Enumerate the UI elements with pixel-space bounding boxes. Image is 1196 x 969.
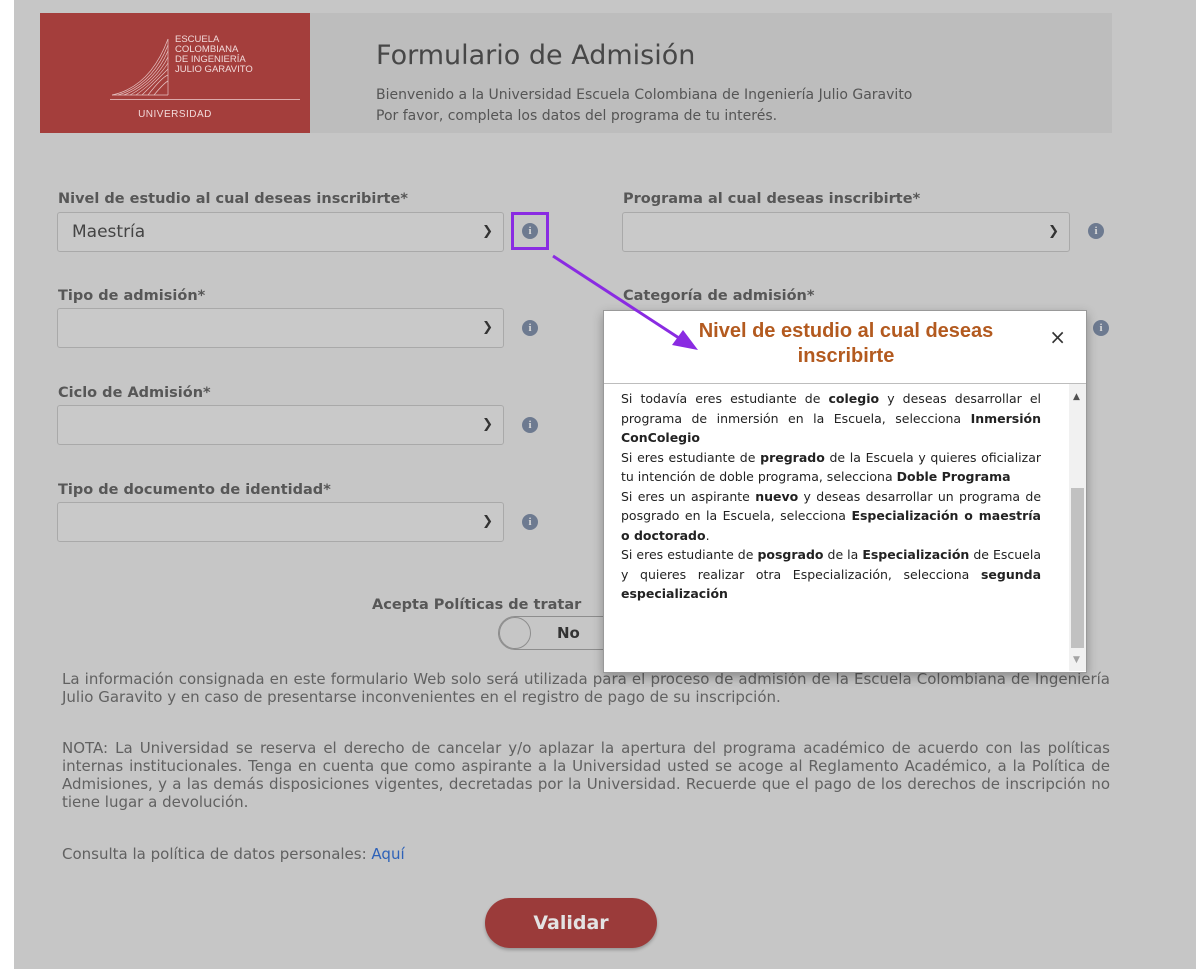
modal-paragraph-nuevo: Si eres un aspirante nuevo y deseas desa… — [621, 488, 1042, 543]
tipo-admision-select[interactable]: ❯ — [57, 308, 504, 348]
ciclo-select[interactable]: ❯ — [57, 405, 504, 445]
scroll-down-icon[interactable]: ▼ — [1073, 655, 1080, 665]
scroll-thumb[interactable] — [1071, 488, 1084, 648]
programa-select[interactable]: ❯ — [622, 212, 1070, 252]
categoria-label: Categoría de admisión* — [623, 288, 815, 304]
politicas-label: Acepta Políticas de tratar — [372, 597, 582, 613]
nivel-select[interactable]: Maestría ❯ — [57, 212, 504, 252]
logo-mark-icon — [111, 38, 169, 96]
modal-paragraph-posgrado: Si eres estudiante de posgrado de la Esp… — [621, 547, 1041, 601]
chevron-down-icon: ❯ — [482, 417, 493, 432]
university-logo: ESCUELA COLOMBIANA DE INGENIERÍA JULIO G… — [40, 13, 310, 133]
documento-select[interactable]: ❯ — [57, 502, 504, 542]
subtitle-line-2: Por favor, completa los datos del progra… — [376, 108, 778, 124]
nivel-label: Nivel de estudio al cual deseas inscribi… — [58, 191, 408, 207]
nivel-select-value: Maestría — [72, 222, 146, 242]
ciclo-label: Ciclo de Admisión* — [58, 385, 211, 401]
chevron-down-icon: ❯ — [482, 320, 493, 335]
politica-link[interactable]: Aquí — [371, 845, 404, 863]
chevron-down-icon: ❯ — [1048, 224, 1059, 239]
documento-label: Tipo de documento de identidad* — [58, 482, 331, 498]
page-subtitle: Bienvenido a la Universidad Escuela Colo… — [376, 85, 912, 127]
consulta-text: Consulta la política de datos personales… — [62, 845, 372, 863]
logo-divider — [110, 99, 300, 100]
highlight-box — [511, 212, 549, 250]
programa-label: Programa al cual deseas inscribirte* — [623, 191, 921, 207]
info-icon[interactable]: i — [522, 320, 538, 336]
chevron-down-icon: ❯ — [482, 224, 493, 239]
modal-body: Si todavía eres estudiante de colegio y … — [604, 383, 1086, 673]
info-modal: Nivel de estudio al cual deseas inscribi… — [603, 310, 1087, 673]
modal-title: Nivel de estudio al cual deseas inscribi… — [698, 320, 994, 367]
modal-paragraph-pregrado: Si eres estudiante de pregrado de la Esc… — [621, 449, 1041, 485]
toggle-value: No — [557, 624, 580, 642]
scroll-up-icon[interactable]: ▲ — [1073, 392, 1080, 402]
subtitle-line-1: Bienvenido a la Universidad Escuela Colo… — [376, 87, 913, 103]
nota-paragraph: NOTA: La Universidad se reserva el derec… — [62, 739, 1110, 811]
close-icon[interactable]: × — [1049, 325, 1066, 349]
modal-scrollbar[interactable]: ▲ ▼ — [1069, 384, 1086, 671]
logo-caption: UNIVERSIDAD — [138, 109, 212, 120]
modal-paragraph-colegio: Si todavía eres estudiante de colegio y … — [621, 391, 1041, 445]
info-paragraph: La información consignada en este formul… — [62, 670, 1110, 706]
tipo-admision-label: Tipo de admisión* — [58, 288, 206, 304]
validar-button[interactable]: Validar — [485, 898, 657, 948]
info-icon[interactable]: i — [522, 514, 538, 530]
info-icon[interactable]: i — [522, 417, 538, 433]
modal-text: Si todavía eres estudiante de colegio y … — [621, 389, 1041, 604]
info-icon[interactable]: i — [1088, 223, 1104, 239]
info-icon[interactable]: i — [1093, 320, 1109, 336]
consulta-paragraph: Consulta la política de datos personales… — [62, 845, 1110, 863]
logo-text: ESCUELA COLOMBIANA DE INGENIERÍA JULIO G… — [175, 34, 253, 75]
page-title: Formulario de Admisión — [376, 40, 696, 71]
toggle-knob — [499, 617, 531, 649]
chevron-down-icon: ❯ — [482, 514, 493, 529]
